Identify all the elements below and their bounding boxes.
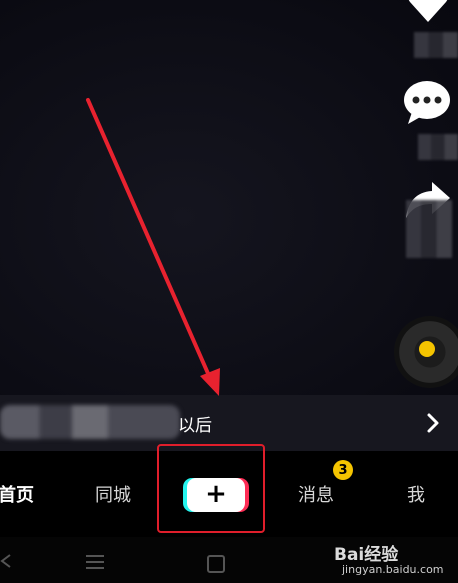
annotation-highlight-box xyxy=(157,444,265,533)
heart-icon[interactable] xyxy=(406,0,450,26)
comment-icon[interactable] xyxy=(402,78,452,128)
music-disc-icon[interactable] xyxy=(394,316,458,388)
chevron-right-icon[interactable] xyxy=(424,412,442,434)
back-icon[interactable] xyxy=(0,553,12,569)
info-text-blurred xyxy=(0,405,180,439)
like-count-blurred xyxy=(414,32,458,58)
music-disc-center xyxy=(419,341,435,357)
baidu-watermark: Bai经验 jingyan.baidu.com xyxy=(334,540,452,580)
tab-nearby[interactable]: 同城 xyxy=(95,481,131,507)
home-icon[interactable] xyxy=(207,555,225,573)
comment-count-blurred xyxy=(418,134,458,160)
tab-messages[interactable]: 消息 xyxy=(298,481,334,507)
messages-badge: 3 xyxy=(333,460,353,480)
right-action-rail xyxy=(388,0,458,395)
watermark-subtitle: jingyan.baidu.com xyxy=(342,563,444,576)
info-text: 以后 xyxy=(178,416,212,436)
watermark-title: Bai经验 xyxy=(334,545,399,565)
menu-icon[interactable] xyxy=(86,555,104,569)
share-count-blurred xyxy=(406,200,452,258)
info-bar[interactable]: 以后 xyxy=(0,395,458,451)
tab-home[interactable]: 首页 xyxy=(0,481,34,507)
tab-me[interactable]: 我 xyxy=(407,481,425,507)
